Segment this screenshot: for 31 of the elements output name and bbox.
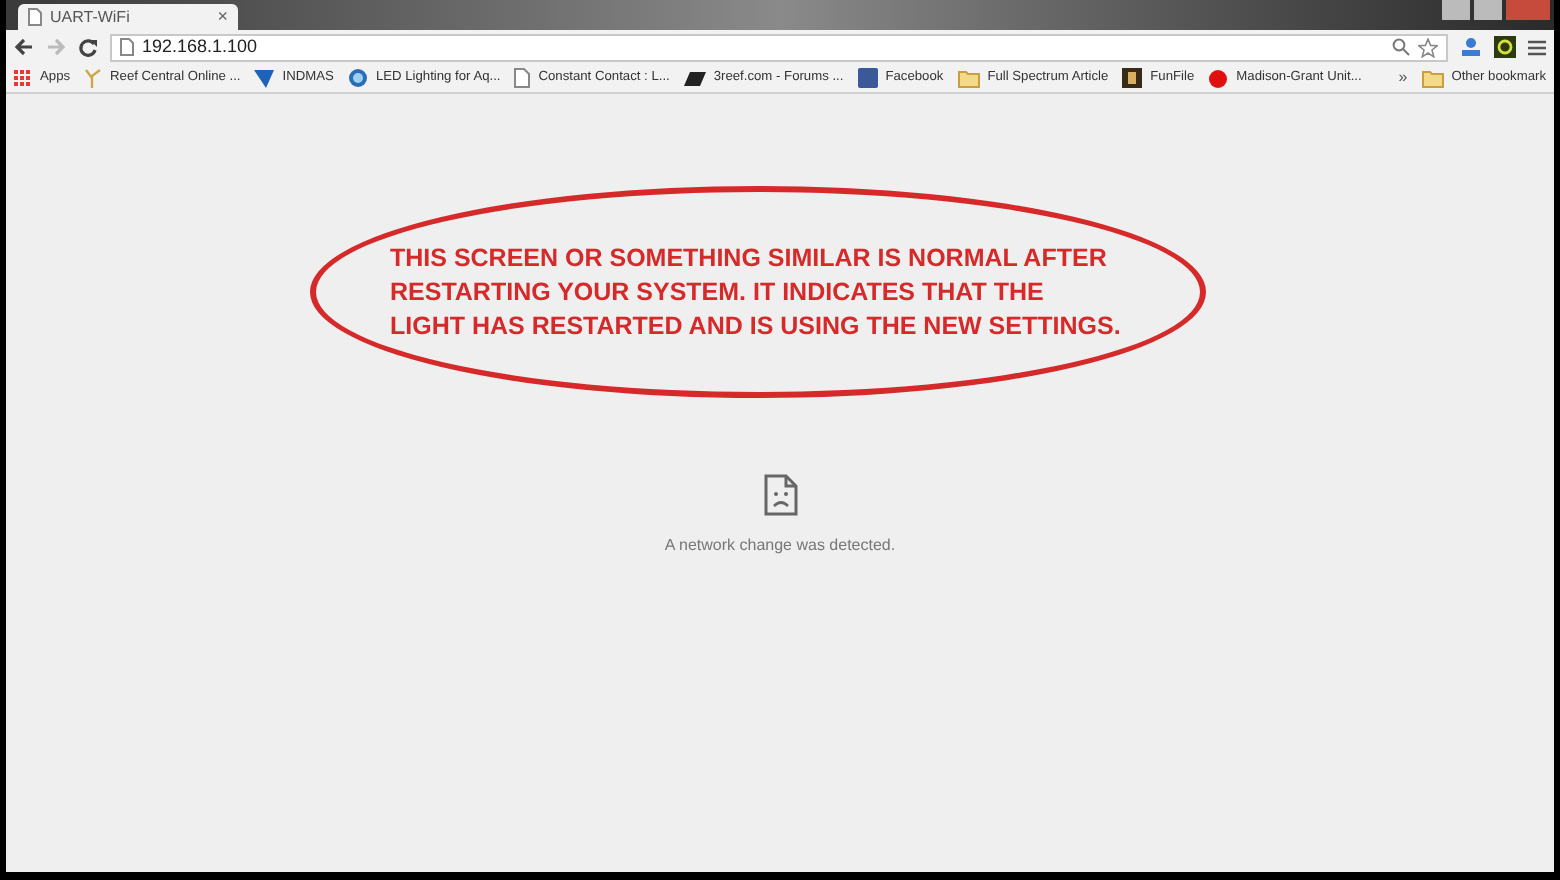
logo-icon — [683, 71, 706, 85]
tab-title: UART-WiFi — [50, 9, 132, 25]
tab-close-button[interactable]: × — [217, 8, 228, 26]
page-icon — [514, 68, 531, 88]
leaf-icon — [84, 68, 103, 88]
menu-icon[interactable] — [1528, 39, 1546, 55]
page-icon — [28, 8, 42, 26]
annotation-text: RESTARTING YOUR SYSTEM. IT INDICATES THAT THE — [390, 275, 1046, 309]
back-icon[interactable] — [14, 38, 34, 56]
film-icon — [1122, 68, 1143, 88]
person-icon[interactable] — [1460, 36, 1482, 58]
grid-icon — [14, 69, 32, 87]
browser-tab[interactable]: UART-WiFi × — [18, 4, 238, 30]
extension-icon[interactable] — [1494, 36, 1516, 58]
annotation-text: THIS SCREEN OR SOMETHING SIMILAR IS NORMAL AFTER — [390, 241, 1109, 275]
star-icon[interactable] — [1418, 37, 1438, 57]
globe-icon — [347, 68, 368, 88]
error-message: A network change was detected. — [664, 534, 896, 558]
folder-icon — [1421, 69, 1444, 87]
address-bar[interactable]: 192.168.1.100 — [110, 33, 1448, 61]
reload-icon[interactable] — [78, 37, 98, 57]
annotation-text: LIGHT HAS RESTARTED AND IS USING THE NEW SETTINGS. — [390, 309, 1123, 343]
folder-icon — [957, 69, 980, 87]
url-text: 192.168.1.100 — [142, 38, 260, 56]
apple-icon — [1208, 68, 1229, 88]
sad-page-icon — [763, 474, 797, 516]
facebook-icon — [857, 68, 878, 88]
flag-icon — [254, 69, 275, 87]
more-bookmarks-button[interactable]: » — [1398, 70, 1408, 86]
search-icon[interactable] — [1392, 38, 1410, 56]
page-icon — [120, 38, 134, 56]
